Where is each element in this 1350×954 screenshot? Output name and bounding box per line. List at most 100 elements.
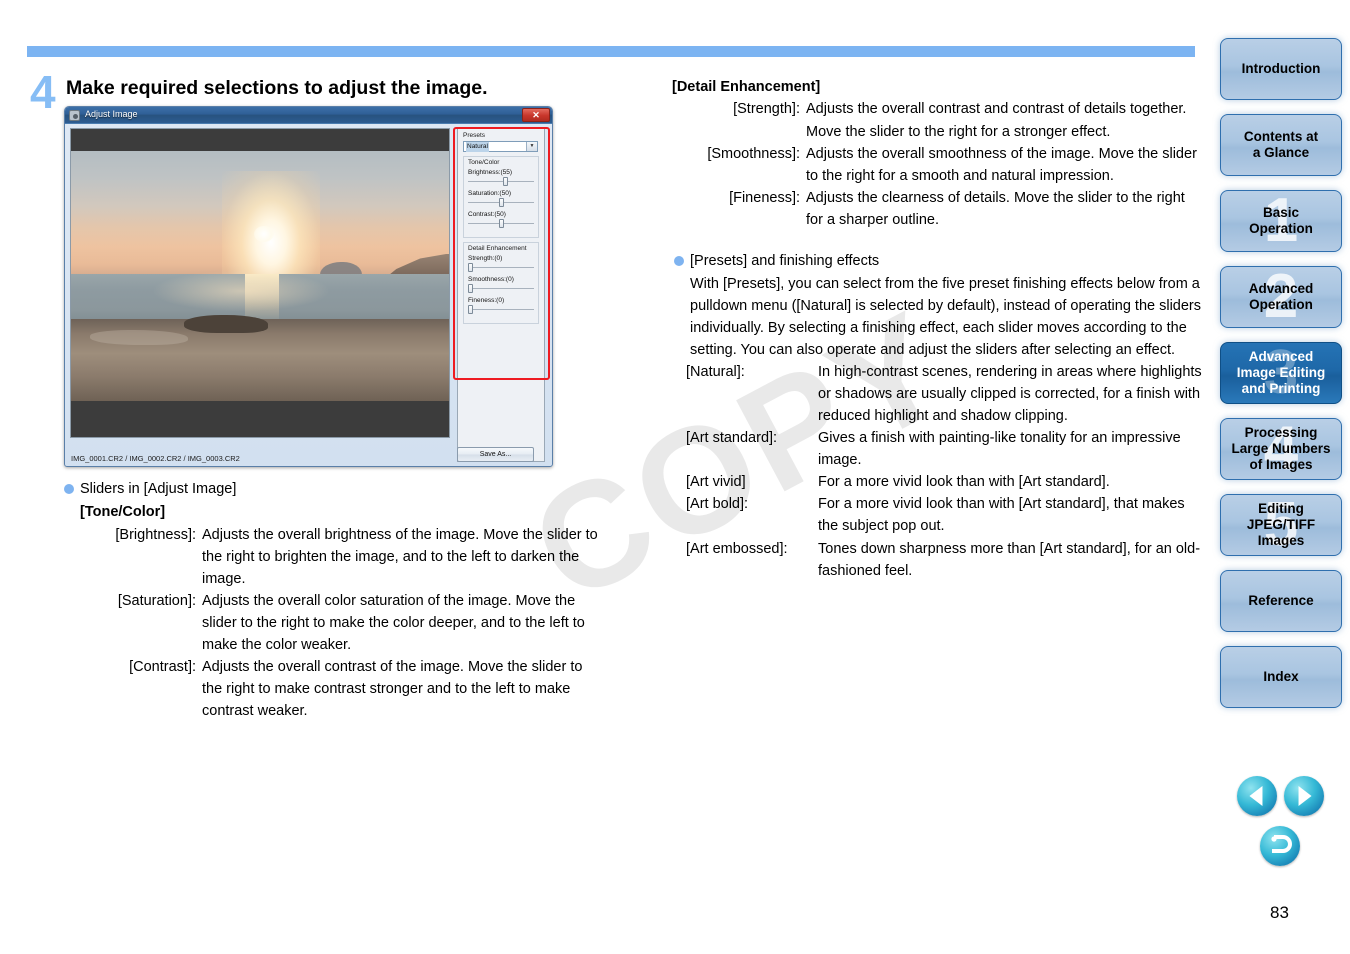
sidebar-item-editing-jpeg-tiff-images[interactable]: 5 Editing JPEG/TIFF Images — [1220, 494, 1342, 556]
tone-color-title: Tone/Color — [468, 159, 500, 166]
camera-icon — [69, 110, 80, 121]
chapter-sidebar: Introduction Contents at a Glance 1 Basic… — [1220, 38, 1342, 722]
sidebar-item-label: Advanced Operation — [1248, 281, 1314, 312]
dialog-titlebar[interactable]: Adjust Image ✕ — [65, 107, 552, 124]
sidebar-item-label: Introduction — [1241, 61, 1321, 77]
saturation-slider[interactable] — [468, 198, 534, 207]
definition-desc: Adjusts the overall brightness of the im… — [202, 526, 598, 587]
sliders-bullet: Sliders in [Adjust Image] — [62, 478, 602, 500]
definition-row: [Brightness]: Adjusts the overall bright… — [98, 524, 602, 590]
fineness-slider-thumb[interactable] — [468, 305, 473, 314]
presets-dropdown[interactable]: Natural ▼ — [463, 141, 538, 152]
strength-slider-thumb[interactable] — [468, 263, 473, 272]
saturation-label: Saturation:(50) — [468, 190, 511, 197]
detail-enhancement-head: [Detail Enhancement] — [672, 79, 821, 95]
definition-term: [Fineness]: — [729, 189, 800, 206]
sidebar-item-processing-large-numbers-of-images[interactable]: 4 Processing Large Numbers of Images — [1220, 418, 1342, 480]
definition-desc: For a more vivid look than with [Art sta… — [818, 496, 1185, 535]
arrow-left-icon — [1249, 786, 1263, 806]
dialog-body: IMG_0001.CR2 / IMG_0002.CR2 / IMG_0003.C… — [65, 124, 552, 466]
image-preview-pane[interactable] — [70, 128, 450, 438]
sidebar-item-contents-at-a-glance[interactable]: Contents at a Glance — [1220, 114, 1342, 176]
definition-term: [Art vivid] — [686, 474, 746, 491]
chevron-down-icon[interactable]: ▼ — [526, 142, 537, 151]
definition-desc: In high-contrast scenes, rendering in ar… — [818, 364, 1202, 425]
sidebar-item-advanced-operation[interactable]: 2 Advanced Operation — [1220, 266, 1342, 328]
header-rule — [27, 46, 1195, 57]
definition-row: [Art embossed]: Tones down sharpness mor… — [686, 538, 1202, 582]
strength-slider-row: Strength:(0) — [468, 255, 534, 272]
definition-term: [Brightness]: — [115, 526, 196, 543]
sidebar-item-label: Basic Operation — [1249, 205, 1313, 236]
presets-label: Presets — [463, 132, 486, 139]
brightness-slider[interactable] — [468, 177, 534, 186]
smoothness-label: Smoothness:(0) — [468, 276, 514, 283]
save-as-button[interactable]: Save As... — [457, 447, 534, 462]
definition-desc: Adjusts the overall smoothness of the im… — [806, 145, 1197, 184]
brightness-slider-row: Brightness:(55) — [468, 169, 534, 186]
page-title: Make required selections to adjust the i… — [66, 77, 488, 99]
definition-desc: For a more vivid look than with [Art sta… — [818, 474, 1110, 491]
preview-photo — [71, 151, 449, 401]
definition-row: [Smoothness]: Adjusts the overall smooth… — [696, 143, 1202, 187]
preset-definitions: [Natural]: In high-contrast scenes, rend… — [672, 361, 1202, 581]
close-icon[interactable]: ✕ — [522, 108, 550, 122]
definition-term: [Natural]: — [686, 364, 745, 381]
return-button[interactable] — [1260, 826, 1300, 866]
definition-term: [Art embossed]: — [686, 540, 788, 557]
bullet-dot-icon — [64, 484, 74, 494]
step-number: 4 — [30, 66, 56, 118]
definition-desc: Adjusts the overall contrast of the imag… — [202, 659, 583, 720]
right-text-column: [Detail Enhancement] [Strength]: Adjusts… — [672, 76, 1202, 582]
definition-row: [Saturation]: Adjusts the overall color … — [98, 590, 602, 656]
saturation-slider-row: Saturation:(50) — [468, 190, 534, 207]
sidebar-item-basic-operation[interactable]: 1 Basic Operation — [1220, 190, 1342, 252]
sidebar-item-label: Processing Large Numbers of Images — [1231, 425, 1331, 472]
smoothness-slider-thumb[interactable] — [468, 284, 473, 293]
sidebar-item-advanced-image-editing-and-printing[interactable]: 3 Advanced Image Editing and Printing — [1220, 342, 1342, 404]
previous-page-button[interactable] — [1237, 776, 1277, 816]
sidebar-item-label: Editing JPEG/TIFF Images — [1246, 501, 1316, 548]
smoothness-slider-row: Smoothness:(0) — [468, 276, 534, 293]
definition-desc: Gives a finish with painting-like tonali… — [818, 430, 1181, 469]
fineness-slider[interactable] — [468, 305, 534, 314]
sidebar-item-introduction[interactable]: Introduction — [1220, 38, 1342, 100]
adjust-image-dialog: Adjust Image ✕ IMG_0001.CR2 / IMG_0002.C… — [64, 106, 553, 467]
left-text-column: Sliders in [Adjust Image] [Tone/Color] [… — [62, 478, 602, 722]
presets-bullet-label: [Presets] and finishing effects — [690, 252, 880, 269]
presets-bullet: [Presets] and finishing effects — [672, 250, 1202, 272]
definition-term: [Saturation]: — [117, 593, 196, 610]
definition-desc: Adjusts the clearness of details. Move t… — [806, 189, 1185, 228]
contrast-slider-row: Contrast:(50) — [468, 211, 534, 228]
definition-term: [Strength]: — [733, 101, 800, 118]
saturation-slider-thumb[interactable] — [499, 198, 505, 207]
bullet-dot-icon — [674, 255, 684, 266]
contrast-slider[interactable] — [468, 219, 534, 228]
strength-slider[interactable] — [468, 263, 534, 272]
filename-label: IMG_0001.CR2 / IMG_0002.CR2 / IMG_0003.C… — [71, 454, 240, 463]
brightness-slider-thumb[interactable] — [502, 177, 508, 186]
definition-desc: Tones down sharpness more than [Art stan… — [818, 540, 1201, 579]
definition-row: [Fineness]: Adjusts the clearness of det… — [696, 187, 1202, 231]
definition-row: [Art bold]: For a more vivid look than w… — [686, 493, 1202, 537]
photo-rocks — [71, 315, 449, 401]
brightness-label: Brightness:(55) — [468, 169, 513, 176]
contrast-slider-thumb[interactable] — [499, 219, 505, 228]
photo-letterbox — [71, 422, 449, 437]
definition-term: [Art standard]: — [686, 430, 778, 447]
photo-rock-highlight — [154, 271, 329, 311]
definition-term: [Art bold]: — [686, 496, 749, 513]
fineness-label: Fineness:(0) — [468, 297, 505, 304]
sidebar-item-index[interactable]: Index — [1220, 646, 1342, 708]
presets-paragraph: With [Presets], you can select from the … — [690, 276, 1202, 359]
definition-desc: Adjusts the overall color saturation of … — [202, 593, 585, 654]
dialog-title: Adjust Image — [85, 109, 138, 119]
definition-row: [Art standard]: Gives a finish with pain… — [686, 427, 1202, 471]
tone-color-subhead: [Tone/Color] — [80, 504, 166, 521]
smoothness-slider[interactable] — [468, 284, 534, 293]
sidebar-item-reference[interactable]: Reference — [1220, 570, 1342, 632]
next-page-button[interactable] — [1284, 776, 1324, 816]
sidebar-item-label: Advanced Image Editing and Printing — [1236, 349, 1326, 396]
definition-desc: Adjusts the overall contrast and contras… — [806, 101, 1187, 140]
settings-panel: Presets Natural ▼ Tone/Color Brightness:… — [457, 128, 545, 462]
